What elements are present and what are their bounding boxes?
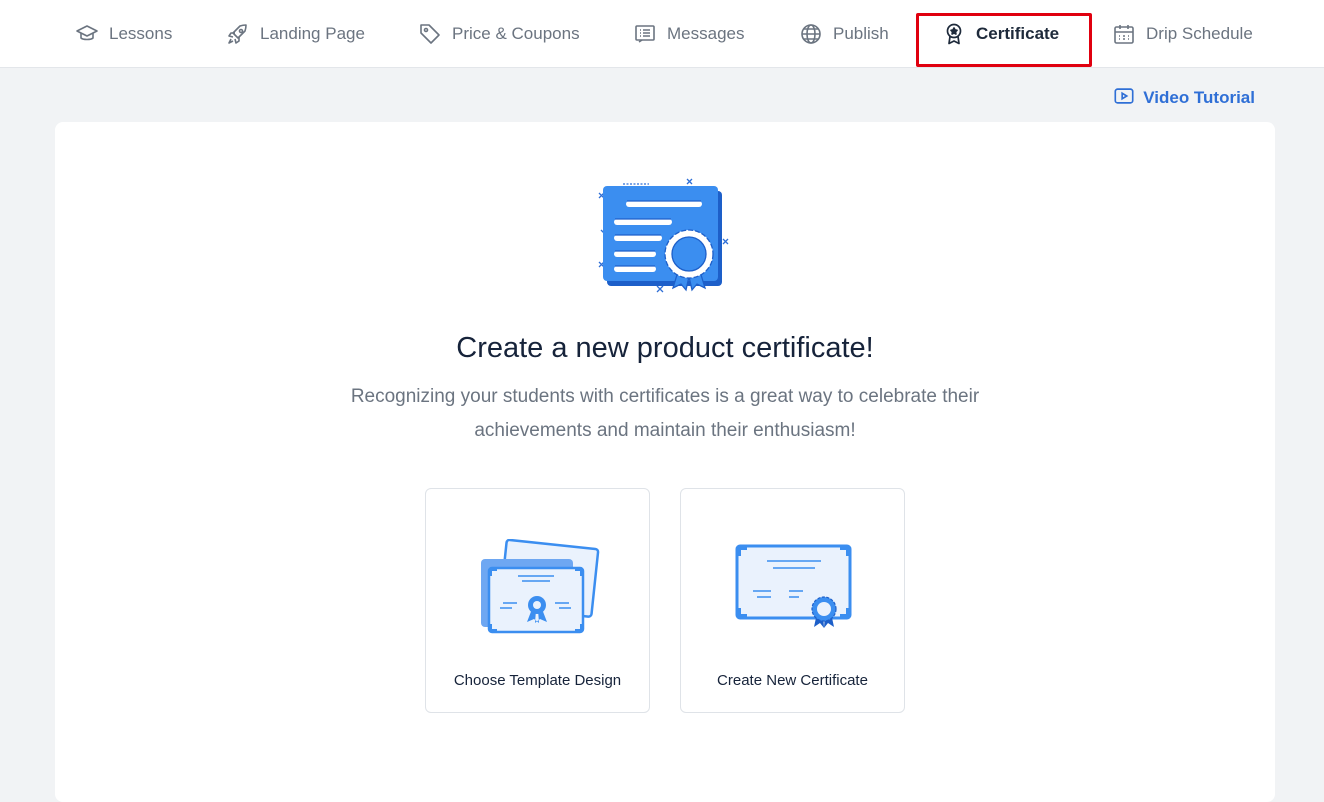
message-list-icon (633, 22, 657, 46)
certificate-illustration-icon (595, 176, 735, 301)
tag-icon (418, 22, 442, 46)
option-label: Choose Template Design (453, 672, 622, 689)
tab-label: Messages (667, 24, 745, 43)
tab-label: Drip Schedule (1146, 24, 1253, 43)
option-label: Create New Certificate (717, 672, 868, 689)
create-new-certificate-button[interactable]: Create New Certificate (680, 488, 905, 713)
tab-lessons[interactable]: Lessons (75, 0, 172, 68)
graduation-cap-icon (75, 22, 99, 46)
globe-icon (799, 22, 823, 46)
rocket-icon (226, 22, 250, 46)
tab-label: Landing Page (260, 24, 365, 43)
tab-label: Publish (833, 24, 889, 43)
award-badge-icon (942, 22, 966, 46)
new-certificate-icon (731, 539, 856, 634)
video-tutorial-link[interactable]: Video Tutorial (1113, 86, 1255, 110)
page-title: Create a new product certificate! (456, 332, 874, 364)
play-video-icon (1113, 85, 1135, 112)
certificate-empty-state-card: Create a new product certificate! Recogn… (55, 122, 1275, 802)
certificate-templates-icon (476, 538, 601, 634)
tab-drip-schedule[interactable]: Drip Schedule (1112, 0, 1253, 68)
tab-certificate[interactable]: Certificate (942, 0, 1059, 68)
tab-messages[interactable]: Messages (633, 0, 744, 68)
tab-price-coupons[interactable]: Price & Coupons (418, 0, 580, 68)
choose-template-design-button[interactable]: Choose Template Design (425, 488, 650, 713)
tab-publish[interactable]: Publish (799, 0, 889, 68)
page-description: Recognizing your students with certifica… (350, 386, 980, 441)
calendar-icon (1112, 22, 1136, 46)
tab-landing-page[interactable]: Landing Page (226, 0, 365, 68)
tab-label: Price & Coupons (452, 24, 580, 43)
tab-label: Certificate (976, 24, 1060, 43)
video-tutorial-label: Video Tutorial (1143, 88, 1255, 107)
tab-label: Lessons (109, 24, 173, 43)
top-navigation: Lessons Landing Page Price & Coupons Mes… (0, 0, 1324, 68)
